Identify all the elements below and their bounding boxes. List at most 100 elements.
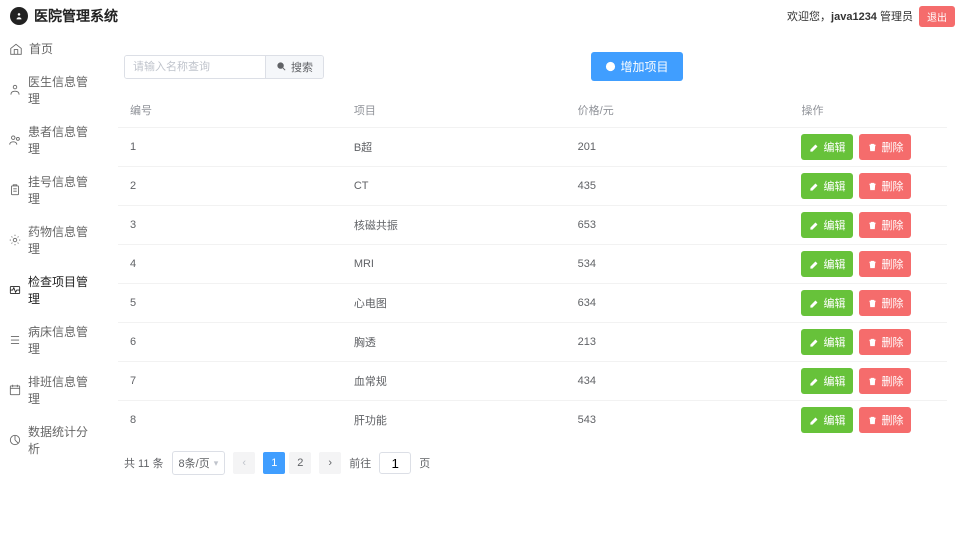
logout-button[interactable]: 退出 <box>919 6 955 27</box>
table-row: 3核磁共振653编辑删除 <box>118 206 947 245</box>
main-content: 搜索 增加项目 编号 项目 价格/元 操作 <box>100 32 965 511</box>
sidebar-item-schedule[interactable]: 排班信息管理 <box>0 365 100 415</box>
table-row: 8肝功能543编辑删除 <box>118 401 947 440</box>
cell-id: 5 <box>118 284 342 323</box>
edit-button[interactable]: 编辑 <box>801 329 853 355</box>
sidebar-item-doctor[interactable]: 医生信息管理 <box>0 65 100 115</box>
trash-icon <box>867 337 878 348</box>
header: 医院管理系统 欢迎您，java1234 管理员 退出 <box>0 0 965 32</box>
edit-button[interactable]: 编辑 <box>801 290 853 316</box>
edit-button[interactable]: 编辑 <box>801 134 853 160</box>
trash-icon <box>867 181 878 192</box>
sidebar-item-drug[interactable]: 药物信息管理 <box>0 215 100 265</box>
chevron-down-icon: ▾ <box>214 458 219 469</box>
sidebar-item-bed[interactable]: 病床信息管理 <box>0 315 100 365</box>
welcome-text: 欢迎您，java1234 管理员 <box>787 8 913 24</box>
list-icon <box>8 333 22 348</box>
trash-icon <box>867 220 878 231</box>
delete-button[interactable]: 删除 <box>859 251 911 277</box>
page-jump-prefix: 前往 <box>349 455 371 471</box>
edit-icon <box>809 181 820 192</box>
page-jump-input[interactable] <box>379 452 411 474</box>
cell-price: 543 <box>566 401 790 440</box>
home-icon <box>8 41 23 56</box>
delete-button[interactable]: 删除 <box>859 212 911 238</box>
cell-project: B超 <box>342 128 566 167</box>
toolbar: 搜索 增加项目 <box>118 52 947 93</box>
sidebar-item-patient[interactable]: 患者信息管理 <box>0 115 100 165</box>
pagination: 共 11 条 8条/页 ▾ ‹ 12 › 前往 页 <box>118 439 947 477</box>
sidebar-item-label: 挂号信息管理 <box>28 173 92 207</box>
cell-id: 8 <box>118 401 342 440</box>
cell-project: MRI <box>342 245 566 284</box>
sidebar-item-label: 检查项目管理 <box>28 273 92 307</box>
sidebar-item-stats[interactable]: 数据统计分析 <box>0 415 100 465</box>
edit-icon <box>809 220 820 231</box>
sidebar-item-label: 药物信息管理 <box>28 223 92 257</box>
plus-circle-icon <box>605 61 616 72</box>
cell-project: CT <box>342 167 566 206</box>
patient-icon <box>8 133 22 148</box>
edit-icon <box>809 298 820 309</box>
edit-button[interactable]: 编辑 <box>801 251 853 277</box>
cell-ops: 编辑删除 <box>789 284 947 323</box>
sidebar-item-label: 数据统计分析 <box>28 423 92 457</box>
table-row: 6胸透213编辑删除 <box>118 323 947 362</box>
checkup-icon <box>8 283 22 298</box>
sidebar-item-home[interactable]: 首页 <box>0 32 100 65</box>
edit-icon <box>809 337 820 348</box>
table-row: 2CT435编辑删除 <box>118 167 947 206</box>
edit-button[interactable]: 编辑 <box>801 212 853 238</box>
data-table: 编号 项目 价格/元 操作 1B超201编辑删除2CT435编辑删除3核磁共振6… <box>118 93 947 439</box>
sidebar-item-checkup[interactable]: 检查项目管理 <box>0 265 100 315</box>
cell-price: 434 <box>566 362 790 401</box>
search-button[interactable]: 搜索 <box>265 56 323 78</box>
delete-button[interactable]: 删除 <box>859 290 911 316</box>
sidebar-item-label: 首页 <box>29 40 53 57</box>
chart-icon <box>8 433 22 448</box>
cell-project: 心电图 <box>342 284 566 323</box>
cell-id: 1 <box>118 128 342 167</box>
edit-button[interactable]: 编辑 <box>801 368 853 394</box>
edit-button[interactable]: 编辑 <box>801 173 853 199</box>
col-project: 项目 <box>342 93 566 128</box>
doctor-icon <box>8 83 22 98</box>
table-row: 5心电图634编辑删除 <box>118 284 947 323</box>
delete-button[interactable]: 删除 <box>859 173 911 199</box>
sidebar-item-label: 病床信息管理 <box>28 323 92 357</box>
page-size-select[interactable]: 8条/页 ▾ <box>172 451 226 475</box>
edit-button[interactable]: 编辑 <box>801 407 853 433</box>
page-prev-button[interactable]: ‹ <box>233 452 255 474</box>
page-number-button[interactable]: 2 <box>289 452 311 474</box>
logo-icon <box>10 7 28 25</box>
cell-ops: 编辑删除 <box>789 128 947 167</box>
delete-button[interactable]: 删除 <box>859 407 911 433</box>
cell-price: 653 <box>566 206 790 245</box>
cell-id: 2 <box>118 167 342 206</box>
search-input[interactable] <box>125 56 265 78</box>
cell-project: 胸透 <box>342 323 566 362</box>
cell-price: 634 <box>566 284 790 323</box>
trash-icon <box>867 376 878 387</box>
add-item-button[interactable]: 增加项目 <box>591 52 683 81</box>
calendar-icon <box>8 383 22 398</box>
cell-ops: 编辑删除 <box>789 245 947 284</box>
delete-button[interactable]: 删除 <box>859 329 911 355</box>
sidebar: 首页 医生信息管理 患者信息管理 挂号信息管理 药物信息管理 检查项目管理 病床… <box>0 32 100 511</box>
cell-price: 213 <box>566 323 790 362</box>
cell-price: 435 <box>566 167 790 206</box>
col-price: 价格/元 <box>566 93 790 128</box>
edit-icon <box>809 376 820 387</box>
cell-id: 3 <box>118 206 342 245</box>
table-row: 4MRI534编辑删除 <box>118 245 947 284</box>
edit-icon <box>809 142 820 153</box>
cell-ops: 编辑删除 <box>789 323 947 362</box>
cell-id: 6 <box>118 323 342 362</box>
delete-button[interactable]: 删除 <box>859 368 911 394</box>
delete-button[interactable]: 删除 <box>859 134 911 160</box>
page-number-button[interactable]: 1 <box>263 452 285 474</box>
cell-ops: 编辑删除 <box>789 167 947 206</box>
page-next-button[interactable]: › <box>319 452 341 474</box>
sidebar-item-register[interactable]: 挂号信息管理 <box>0 165 100 215</box>
app-title: 医院管理系统 <box>34 6 118 26</box>
